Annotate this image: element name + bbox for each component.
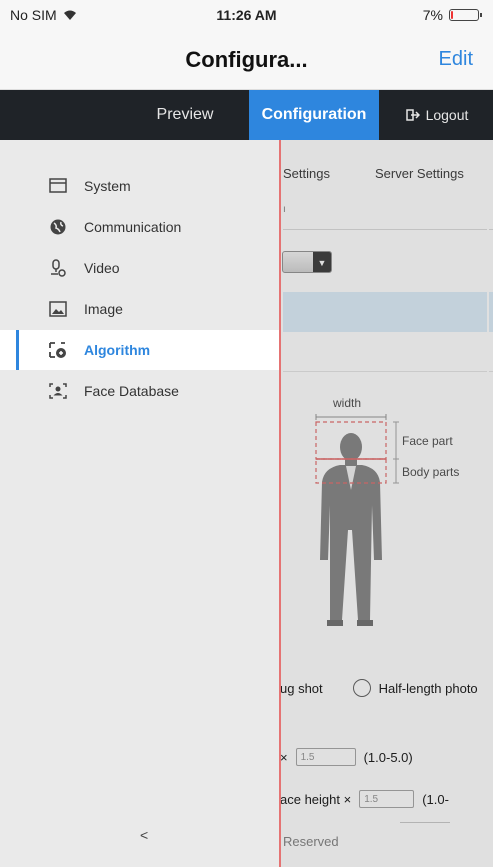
tab-server-settings[interactable]: Server Settings <box>375 166 464 181</box>
image-icon <box>49 301 67 317</box>
width-label: width <box>333 396 362 410</box>
logout-label: Logout <box>425 107 469 123</box>
chevron-down-icon: ▼ <box>313 252 331 272</box>
face-frame-icon <box>49 383 67 399</box>
width-multiplier-row: × 1.5 (1.0-5.0) <box>280 748 413 766</box>
selected-row-band <box>283 292 493 332</box>
capture-area-figure: width Face part Body parts <box>300 390 490 670</box>
shot-type-row: ug shot Half-length photo <box>280 673 493 703</box>
tab-preview[interactable]: Preview <box>130 90 240 140</box>
sidebar-item-label: Algorithm <box>84 342 151 358</box>
sidebar-item-algorithm[interactable]: Algorithm <box>0 330 279 370</box>
globe-icon <box>50 219 66 235</box>
mode-select[interactable]: ▼ <box>282 251 332 273</box>
battery-icon <box>449 9 482 21</box>
main-tab-bar: Preview Configuration Logout <box>0 90 493 140</box>
sidebar-item-label: Communication <box>84 219 182 235</box>
status-right: 7% <box>422 7 482 23</box>
row-divider <box>283 371 493 372</box>
page-title: Configura... <box>185 46 308 72</box>
face-height-row: ace height × 1.5 (1.0- <box>280 790 449 808</box>
width-multiplier-input[interactable]: 1.5 <box>295 748 356 766</box>
face-height-label: ace height × <box>280 791 352 807</box>
sidebar-item-label: Video <box>84 260 120 276</box>
sidebar-item-image[interactable]: Image <box>0 289 279 329</box>
sidebar-item-face-database[interactable]: Face Database <box>0 371 279 411</box>
width-range-label: (1.0-5.0) <box>363 749 413 765</box>
algorithm-icon <box>49 342 66 358</box>
tab-settings[interactable]: Settings <box>283 166 330 181</box>
logout-button[interactable]: Logout <box>381 90 493 140</box>
sidebar-item-system[interactable]: System <box>0 166 279 206</box>
camera-icon <box>51 259 66 277</box>
subtab-fragment: ı <box>283 204 286 215</box>
sidebar: System Communication Video Image Algorit… <box>0 140 281 867</box>
reserved-divider <box>400 822 450 823</box>
sidebar-item-label: Image <box>84 301 123 317</box>
navigation-bar: Configura... Edit <box>0 30 493 90</box>
mug-shot-label: ug shot <box>280 680 323 696</box>
person-silhouette-icon <box>315 414 399 626</box>
carrier-label: No SIM <box>10 7 57 23</box>
status-bar: No SIM 11:26 AM 7% <box>0 0 493 30</box>
sidebar-item-video[interactable]: Video <box>0 248 279 288</box>
half-length-radio[interactable] <box>352 679 371 697</box>
battery-percent: 7% <box>422 7 443 23</box>
sidebar-item-communication[interactable]: Communication <box>0 207 279 247</box>
face-height-range-label: (1.0- <box>422 791 449 807</box>
sub-tab-bar: Settings Server Settings <box>283 140 493 230</box>
window-icon <box>49 178 67 193</box>
sidebar-item-label: Face Database <box>84 383 179 399</box>
face-height-input[interactable]: 1.5 <box>359 790 415 808</box>
half-length-label: Half-length photo <box>378 680 478 696</box>
collapse-sidebar-button[interactable]: < <box>140 827 148 843</box>
face-part-label: Face part <box>402 434 453 448</box>
body-parts-label: Body parts <box>402 465 460 479</box>
page-edge <box>487 140 489 867</box>
sidebar-item-label: System <box>84 178 131 194</box>
edit-button[interactable]: Edit <box>439 48 473 71</box>
status-left: No SIM <box>10 7 77 23</box>
tab-configuration[interactable]: Configuration <box>249 90 379 140</box>
multiplier-label: × <box>280 749 288 765</box>
logout-icon <box>405 109 420 121</box>
wifi-icon <box>63 9 77 21</box>
reserved-label: Reserved <box>283 834 339 849</box>
